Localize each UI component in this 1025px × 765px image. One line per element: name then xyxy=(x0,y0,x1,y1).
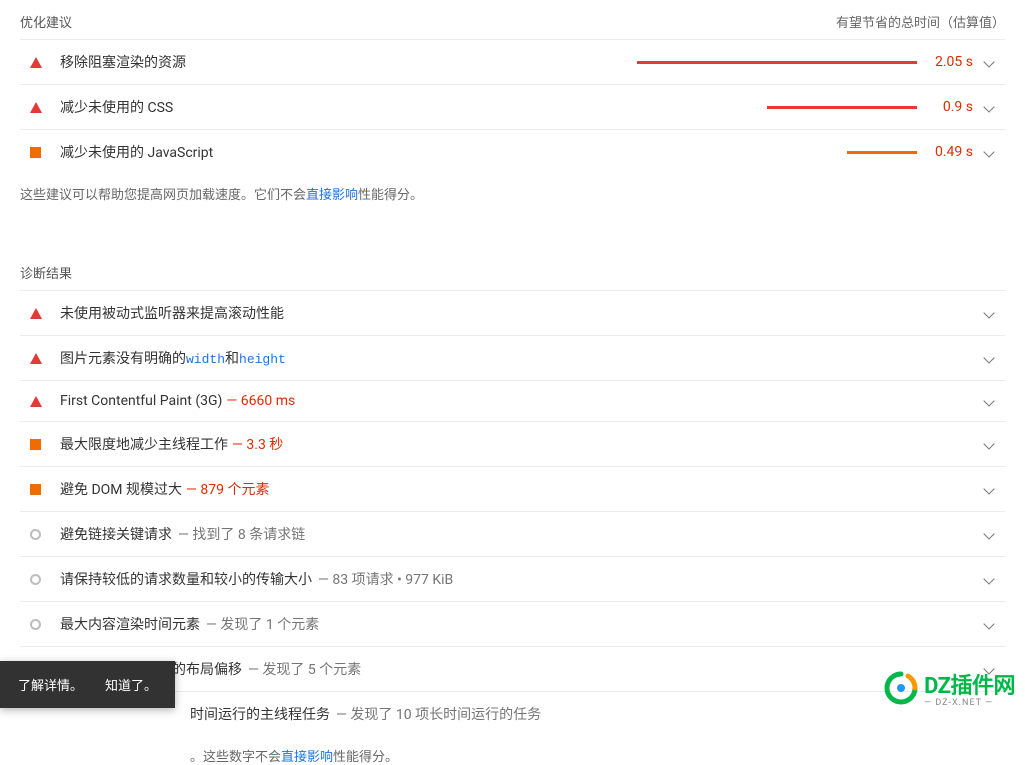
diagnostic-title: 避免链接关键请求 xyxy=(60,524,172,544)
code-height: height xyxy=(239,352,286,367)
diagnostic-title: 图片元素没有明确的 xyxy=(60,348,186,368)
opportunity-row[interactable]: 减少未使用的 JavaScript 0.49 s xyxy=(20,129,1005,174)
chevron-down-icon xyxy=(983,56,994,67)
diagnostic-title: 最大内容渲染时间元素 xyxy=(60,614,200,634)
pass-circle-icon xyxy=(30,619,41,630)
diagnostic-detail: — 发现了 5 个元素 xyxy=(248,659,361,679)
chevron-down-icon xyxy=(983,528,994,539)
opportunity-title: 减少未使用的 CSS xyxy=(60,97,627,117)
diagnostic-row[interactable]: 未使用被动式监听器来提高滚动性能 xyxy=(20,290,1005,335)
opportunity-title: 移除阻塞渲染的资源 xyxy=(60,52,627,72)
chevron-down-icon xyxy=(983,618,994,629)
savings-value: 2.05 s xyxy=(917,54,977,70)
opportunities-header: 优化建议 有望节省的总时间（估算值） xyxy=(20,10,1005,39)
diagnostic-row[interactable]: 图片元素没有明确的width和height xyxy=(20,335,1005,380)
diagnostic-detail: — 6660 ms xyxy=(226,393,295,409)
diagnostic-row[interactable]: First Contentful Paint (3G) — 6660 ms xyxy=(20,380,1005,421)
toast-ok[interactable]: 知道了。 xyxy=(105,675,157,694)
diagnostics-header: 诊断结果 xyxy=(20,263,1005,290)
savings-bar xyxy=(627,100,917,114)
diagnostic-row[interactable]: 避免链接关键请求 — 找到了 8 条请求链 xyxy=(20,511,1005,556)
savings-bar xyxy=(627,55,917,69)
diagnostic-detail: — 3.3 秒 xyxy=(232,434,283,454)
fail-triangle-icon xyxy=(30,102,42,113)
savings-value: 0.9 s xyxy=(917,99,977,115)
snackbar-toast: 了解详情。 知道了。 xyxy=(0,661,175,708)
average-square-icon xyxy=(30,439,41,450)
note-suffix: 性能得分。 xyxy=(358,188,423,203)
fail-triangle-icon xyxy=(30,353,42,364)
fail-triangle-icon xyxy=(30,57,42,68)
chevron-down-icon xyxy=(983,352,994,363)
chevron-down-icon xyxy=(983,395,994,406)
diagnostic-row[interactable]: 请保持较低的请求数量和较小的传输大小 — 83 项请求 • 977 KiB xyxy=(20,556,1005,601)
pass-circle-icon xyxy=(30,574,41,585)
chevron-down-icon xyxy=(983,307,994,318)
diagnostic-detail: — 发现了 10 项长时间运行的任务 xyxy=(336,704,541,724)
opportunity-row[interactable]: 移除阻塞渲染的资源 2.05 s xyxy=(20,39,1005,84)
average-square-icon xyxy=(30,147,41,158)
opportunity-title: 减少未使用的 JavaScript xyxy=(60,142,627,162)
savings-value: 0.49 s xyxy=(917,144,977,160)
opportunities-note: 这些建议可以帮助您提高网页加载速度。它们不会直接影响性能得分。 xyxy=(20,174,1005,223)
chevron-down-icon xyxy=(983,101,994,112)
diagnostic-row[interactable]: 最大限度地减少主线程工作 — 3.3 秒 xyxy=(20,421,1005,466)
note-prefix: 。这些数字不会 xyxy=(190,750,281,765)
opportunities-label: 优化建议 xyxy=(20,12,72,31)
opportunity-row[interactable]: 减少未使用的 CSS 0.9 s xyxy=(20,84,1005,129)
diagnostic-title: 最大限度地减少主线程工作 xyxy=(60,434,228,454)
diagnostic-title-fragment: 时间运行的主线程任务 xyxy=(190,704,330,724)
pass-circle-icon xyxy=(30,529,41,540)
savings-total-label: 有望节省的总时间（估算值） xyxy=(836,12,1005,31)
chevron-down-icon xyxy=(983,438,994,449)
diagnostic-detail: — 发现了 1 个元素 xyxy=(206,614,319,634)
chevron-down-icon xyxy=(983,483,994,494)
diagnostic-title: First Contentful Paint (3G) xyxy=(60,393,222,409)
code-width: width xyxy=(186,352,225,367)
and-text: 和 xyxy=(225,348,239,368)
direct-impact-link[interactable]: 直接影响 xyxy=(306,188,358,203)
diagnostic-title: 避免 DOM 规模过大 xyxy=(60,479,182,499)
diagnostic-row[interactable]: 避免 DOM 规模过大 — 879 个元素 xyxy=(20,466,1005,511)
diagnostic-title: 未使用被动式监听器来提高滚动性能 xyxy=(60,303,284,323)
savings-bar xyxy=(627,145,917,159)
note-prefix: 这些建议可以帮助您提高网页加载速度。它们不会 xyxy=(20,188,306,203)
direct-impact-link[interactable]: 直接影响 xyxy=(281,750,333,765)
diagnostic-detail: — 找到了 8 条请求链 xyxy=(178,524,305,544)
chevron-down-icon xyxy=(983,146,994,157)
toast-learn-more[interactable]: 了解详情。 xyxy=(18,675,83,694)
diagnostic-title: 请保持较低的请求数量和较小的传输大小 xyxy=(60,569,312,589)
fail-triangle-icon xyxy=(30,308,42,319)
chevron-down-icon xyxy=(983,573,994,584)
watermark-text: DZ插件网 xyxy=(924,668,1015,700)
diagnostic-detail: — 879 个元素 xyxy=(186,479,269,499)
diagnostics-footer-note: 。这些数字不会直接影响性能得分。 xyxy=(20,736,1005,765)
note-suffix: 性能得分。 xyxy=(333,750,398,765)
fail-triangle-icon xyxy=(30,396,42,407)
watermark: DZ插件网 — DZ-X.NET — xyxy=(884,668,1015,708)
diagnostic-detail: — 83 项请求 • 977 KiB xyxy=(318,569,453,589)
diagnostic-row[interactable]: 最大内容渲染时间元素 — 发现了 1 个元素 xyxy=(20,601,1005,646)
average-square-icon xyxy=(30,484,41,495)
watermark-logo-icon xyxy=(884,671,918,705)
